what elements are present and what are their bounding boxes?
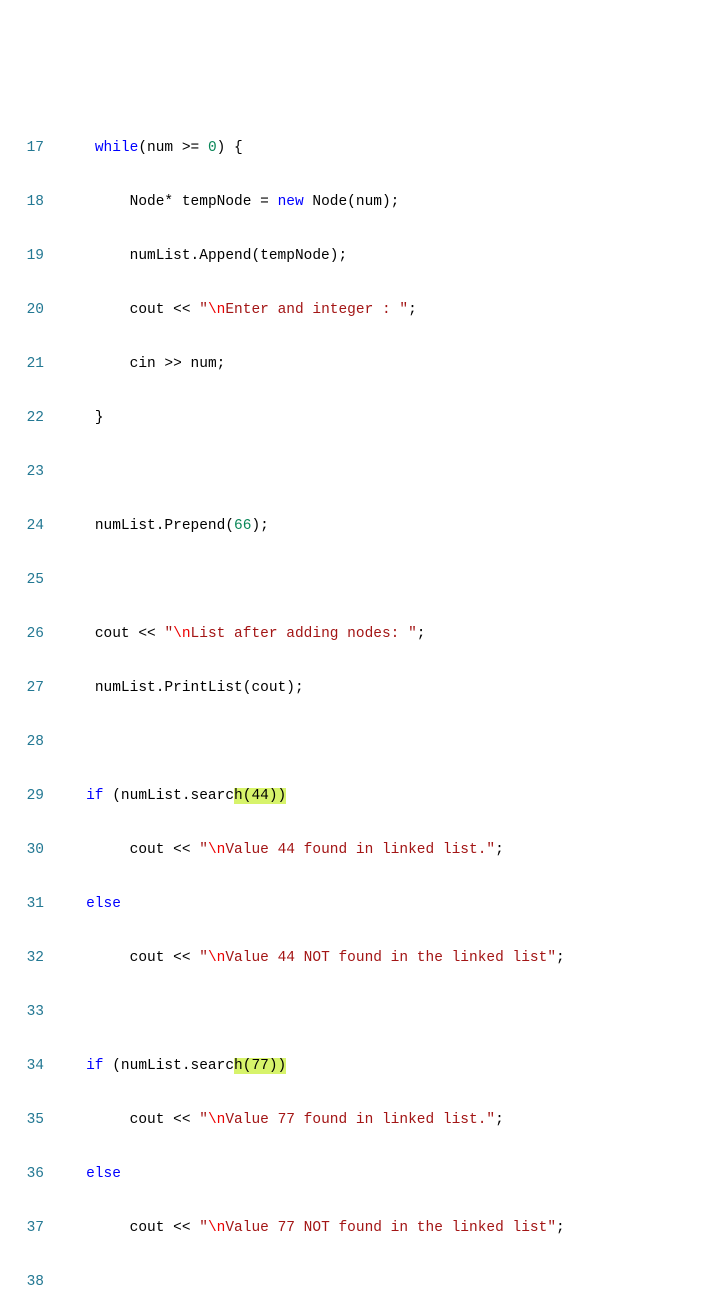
string-literal: "\nEnter and integer : " [199,302,408,318]
code-line: cout << "\nValue 77 NOT found in the lin… [60,1215,724,1242]
code-line: else [60,891,724,918]
keyword: while [95,140,139,156]
code-line: if (numList.search(44)) [60,783,724,810]
string-literal: "\nValue 77 found in linked list." [199,1112,495,1128]
number-literal: 0 [208,140,217,156]
code-line: else [60,1161,724,1188]
keyword: else [86,1166,121,1182]
string-literal: "\nValue 77 NOT found in the linked list… [199,1220,556,1236]
line-number: 20 [0,297,44,324]
line-number: 32 [0,945,44,972]
line-number: 27 [0,675,44,702]
line-number: 36 [0,1161,44,1188]
code-line: numList.Append(tempNode); [60,243,724,270]
code-line [60,567,724,594]
code-line [60,729,724,756]
code-line: while(num >= 0) { [60,135,724,162]
line-number: 17 [0,135,44,162]
line-number: 26 [0,621,44,648]
line-number: 19 [0,243,44,270]
code-line: Node* tempNode = new Node(num); [60,189,724,216]
line-number: 29 [0,783,44,810]
code-line [60,1269,724,1296]
keyword: else [86,896,121,912]
line-number: 31 [0,891,44,918]
code-line: numList.PrintList(cout); [60,675,724,702]
code-line: if (numList.search(77)) [60,1053,724,1080]
line-number: 33 [0,999,44,1026]
highlight: h(77)) [234,1058,286,1074]
number-literal: 66 [234,518,251,534]
keyword: if [86,1058,103,1074]
line-number: 25 [0,567,44,594]
line-number: 24 [0,513,44,540]
line-number: 28 [0,729,44,756]
line-number: 38 [0,1269,44,1296]
line-number: 23 [0,459,44,486]
keyword: if [86,788,103,804]
line-number: 37 [0,1215,44,1242]
string-literal: "\nValue 44 NOT found in the linked list… [199,950,556,966]
code-line [60,999,724,1026]
line-number: 22 [0,405,44,432]
string-literal: "\nList after adding nodes: " [164,626,416,642]
code-line: cout << "\nValue 77 found in linked list… [60,1107,724,1134]
code-line: } [60,405,724,432]
line-number: 30 [0,837,44,864]
code-area[interactable]: while(num >= 0) { Node* tempNode = new N… [60,108,724,1308]
code-line: numList.Prepend(66); [60,513,724,540]
line-number: 34 [0,1053,44,1080]
line-number-gutter: 17 18 19 20 21 22 23 24 25 26 27 28 29 3… [0,108,60,1308]
code-line: cout << "\nEnter and integer : "; [60,297,724,324]
keyword: new [278,194,304,210]
code-line: cout << "\nValue 44 found in linked list… [60,837,724,864]
code-line: cout << "\nList after adding nodes: "; [60,621,724,648]
string-literal: "\nValue 44 found in linked list." [199,842,495,858]
line-number: 18 [0,189,44,216]
code-editor: 17 18 19 20 21 22 23 24 25 26 27 28 29 3… [0,108,724,1308]
line-number: 35 [0,1107,44,1134]
code-line: cin >> num; [60,351,724,378]
line-number: 21 [0,351,44,378]
highlight: h(44)) [234,788,286,804]
code-line [60,459,724,486]
code-line: cout << "\nValue 44 NOT found in the lin… [60,945,724,972]
